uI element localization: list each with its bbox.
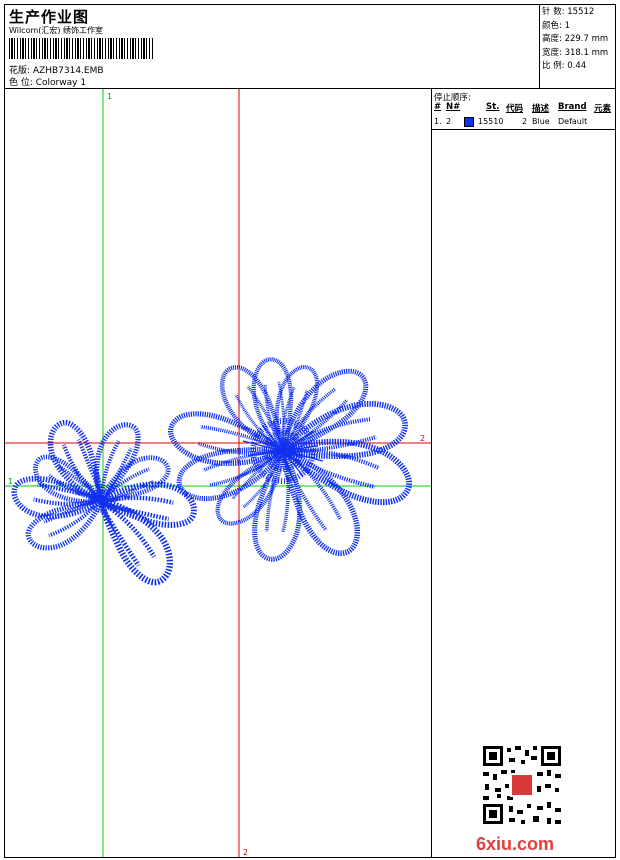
row-needle: 2 [446,117,452,126]
color-count: 颜色: 1 [542,20,570,31]
col-brand: Brand [558,102,587,112]
col-element: 元素 [594,104,612,114]
guide-label-green-left: 1 [8,477,13,486]
design-scale: 比 例: 0.44 [542,61,587,71]
large-flower [165,358,417,563]
guide-label-green-top: 1 [107,92,112,101]
stop-sequence-panel: 停止顺序: # N# St. 代码 描述 Brand 元素 1. 2 15510… [432,89,615,857]
row-description: Blue [532,117,550,126]
guide-label-red-bottom: 2 [243,848,248,857]
colorway-label: 色 位: Colorway 1 [9,78,87,88]
design-width: 宽度: 318.1 mm [542,47,609,58]
production-sheet: 生产作业图 Wilcom(汇宏) 绣饰工作室 花版: AZHB7314.EMB … [4,4,616,858]
col-description: 描述 [532,104,550,114]
row-code: 2 [522,117,528,126]
brand-watermark: 6xiu.com [476,834,555,854]
sheet-header: 生产作业图 Wilcom(汇宏) 绣饰工作室 花版: AZHB7314.EMB … [5,5,540,89]
row-brand: Default [558,117,588,126]
col-stitches: St. [486,102,500,112]
guide-label-red-right: 2 [420,434,425,443]
design-height: 高度: 229.7 mm [542,34,609,44]
row-index: 1. [434,117,442,126]
stitch-count: 针 数: 15512 [542,7,595,17]
barcode [9,38,154,59]
sheet-title: 生产作业图 [9,8,90,26]
embroidery-canvas: 1 1 2 2 [5,89,431,857]
company-name: Wilcom(汇宏) 绣饰工作室 [9,26,104,35]
design-preview: 1 1 2 2 [5,89,432,857]
qr-code [481,744,563,826]
col-code: 代码 [506,104,524,114]
design-info-panel: 针 数: 15512 颜色: 1 高度: 229.7 mm 宽度: 318.1 … [540,5,615,89]
row-stitches: 15510 [478,117,504,126]
color-swatch [464,117,474,127]
col-index: # [434,102,442,112]
col-needle: N# [446,102,461,112]
table-divider [432,129,615,130]
